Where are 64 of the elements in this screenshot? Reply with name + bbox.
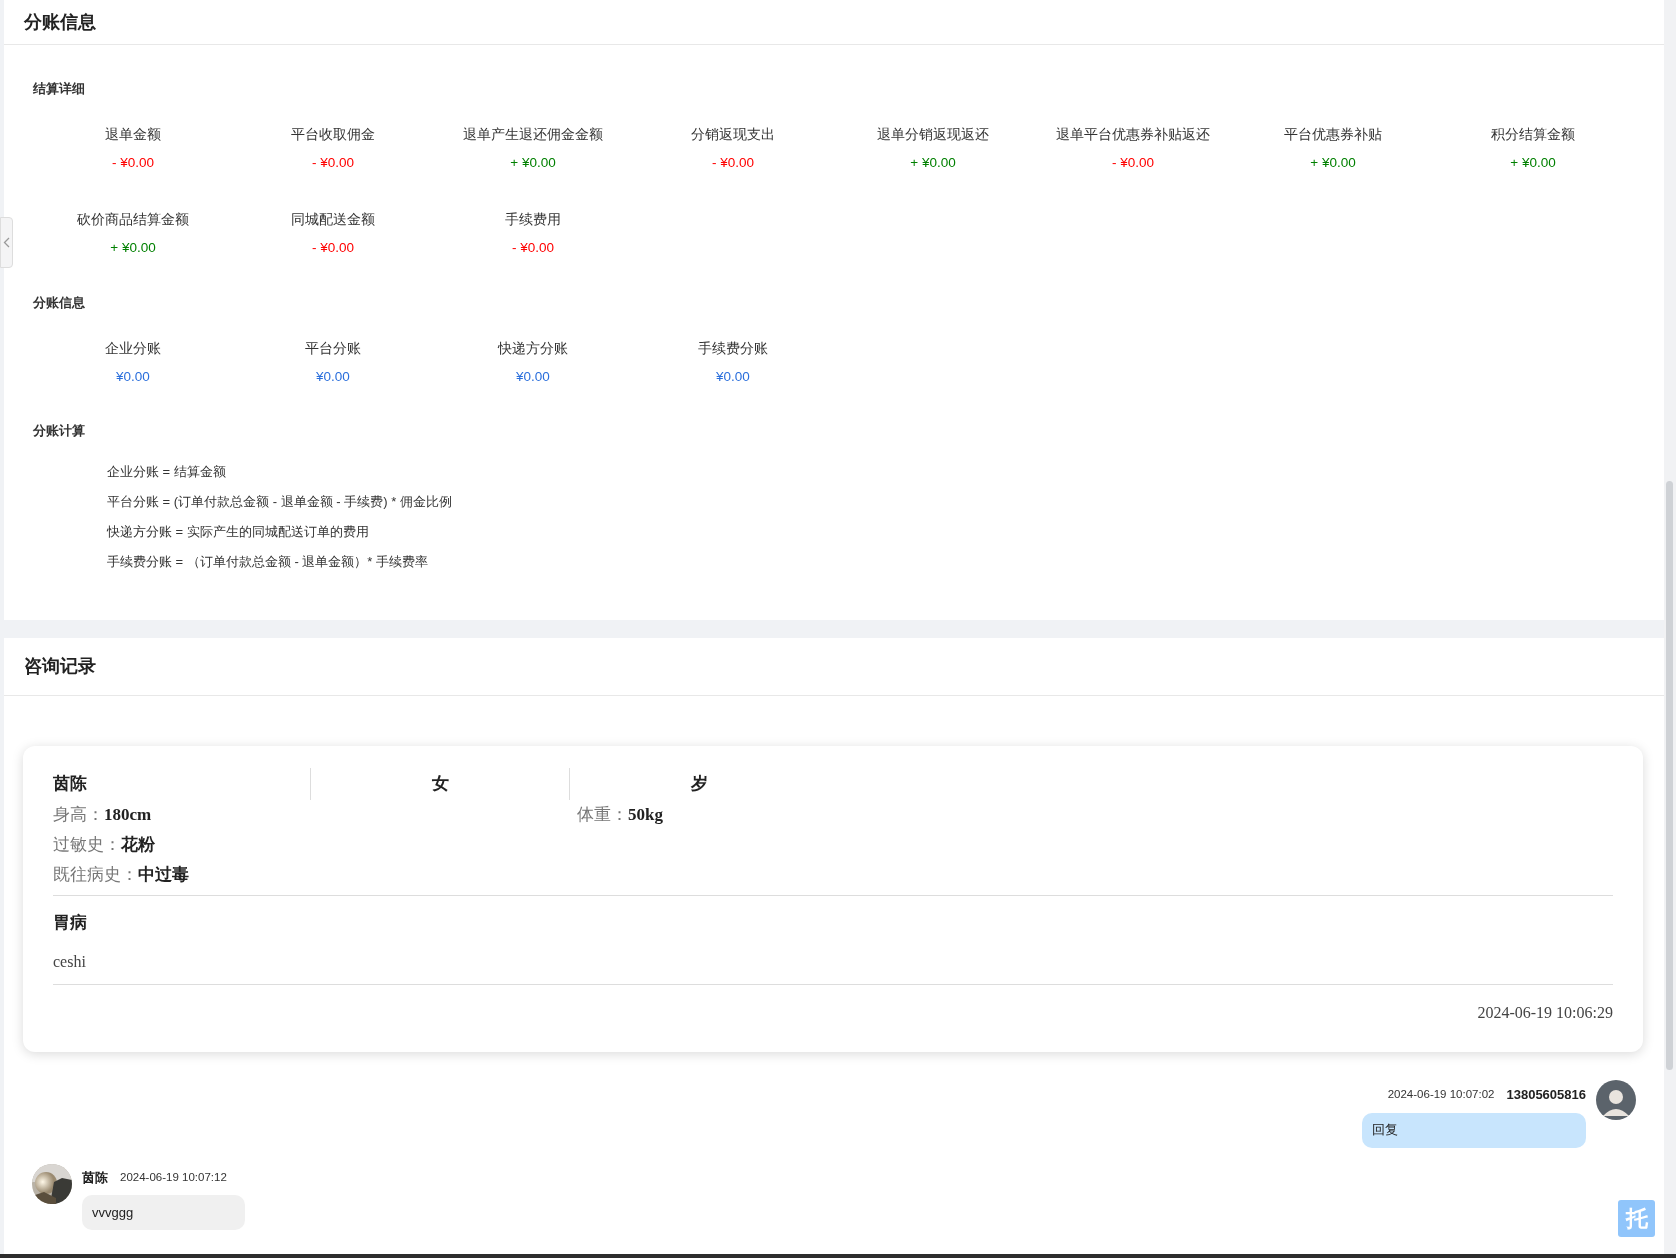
- item-label: 平台分账: [305, 340, 361, 357]
- sender-name: 13805605816: [1506, 1086, 1586, 1104]
- item-label: 同城配送金额: [291, 211, 375, 228]
- field-value: 花粉: [121, 835, 155, 854]
- message-time: 2024-06-19 10:07:12: [120, 1169, 227, 1185]
- amount-value: ¥0.00: [316, 368, 350, 385]
- field-value: 中过毒: [138, 865, 189, 884]
- item-label: 退单金额: [105, 126, 161, 143]
- item-label: 手续费分账: [698, 340, 768, 357]
- amount-value: ¥0.00: [116, 368, 150, 385]
- field-label: 过敏史：: [53, 835, 121, 854]
- amount-value: + ¥0.00: [510, 154, 556, 171]
- amount-value: - ¥0.00: [512, 239, 554, 256]
- condition-description: ceshi: [53, 952, 86, 970]
- collapse-tab[interactable]: [0, 217, 13, 268]
- panel-title: 咨询记录: [24, 655, 96, 678]
- amount-value: - ¥0.00: [712, 154, 754, 171]
- item-label: 快递方分账: [498, 340, 568, 357]
- patient-age: 岁: [691, 773, 708, 796]
- amount-value: - ¥0.00: [112, 154, 154, 171]
- message-time: 2024-06-19 10:07:02: [1387, 1087, 1495, 1103]
- item-label: 退单平台优惠券补贴返还: [1056, 126, 1210, 143]
- field-label: 既往病史：: [53, 865, 138, 884]
- formula-text: 快递方分账 = 实际产生的同城配送订单的费用: [107, 524, 369, 539]
- patient-name: 茵陈: [53, 773, 87, 796]
- section-title: 结算详细: [33, 81, 85, 96]
- float-button[interactable]: 托: [1618, 1200, 1655, 1237]
- field-label: 体重：: [577, 805, 628, 824]
- item-label: 平台收取佣金: [291, 126, 375, 143]
- field-value: 50kg: [628, 805, 663, 824]
- formula-text: 手续费分账 = （订单付款总金额 - 退单金额）* 手续费率: [107, 554, 429, 569]
- field-label: 身高：: [53, 805, 104, 824]
- formula-text: 企业分账 = 结算金额: [107, 464, 226, 479]
- item-label: 砍价商品结算金额: [77, 211, 189, 228]
- patient-gender: 女: [431, 773, 449, 796]
- avatar: [1596, 1080, 1636, 1120]
- item-label: 退单产生退还佣金金额: [463, 126, 603, 143]
- amount-value: ¥0.00: [516, 368, 550, 385]
- chevron-left-icon: [3, 237, 10, 248]
- amount-value: + ¥0.00: [1510, 154, 1556, 171]
- amount-value: - ¥0.00: [312, 239, 354, 256]
- item-label: 平台优惠券补贴: [1284, 126, 1382, 143]
- item-label: 企业分账: [105, 340, 161, 357]
- amount-value: + ¥0.00: [110, 239, 156, 256]
- item-label: 分销返现支出: [691, 126, 775, 143]
- item-label: 退单分销返现返还: [877, 126, 989, 143]
- consult-time: 2024-06-19 10:06:29: [1477, 1002, 1613, 1023]
- amount-value: - ¥0.00: [312, 154, 354, 171]
- message-bubble: 回复: [1362, 1112, 1586, 1148]
- sender-name: 茵陈: [82, 1168, 108, 1187]
- condition-title: 胃病: [53, 913, 87, 932]
- panel-title: 分账信息: [24, 10, 96, 34]
- amount-value: ¥0.00: [716, 368, 750, 385]
- field-value: 180cm: [104, 805, 152, 824]
- amount-value: + ¥0.00: [1310, 154, 1356, 171]
- amount-value: + ¥0.00: [910, 154, 956, 171]
- section-title: 分账信息: [33, 295, 85, 310]
- item-label: 手续费用: [505, 211, 561, 228]
- formula-text: 平台分账 = (订单付款总金额 - 退单金额 - 手续费) * 佣金比例: [107, 494, 452, 509]
- scrollbar-thumb[interactable]: [1666, 481, 1673, 1070]
- message-bubble: vvvggg: [82, 1195, 245, 1230]
- item-label: 积分结算金额: [1491, 126, 1575, 143]
- amount-value: - ¥0.00: [1112, 154, 1154, 171]
- section-title: 分账计算: [33, 423, 85, 438]
